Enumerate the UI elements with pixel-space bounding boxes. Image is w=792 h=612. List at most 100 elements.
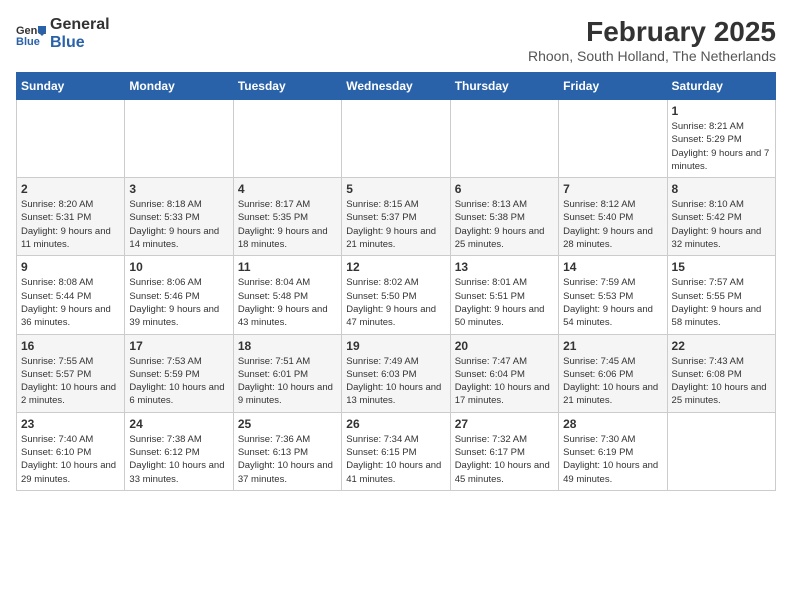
day-cell: 21 Sunrise: 7:45 AM Sunset: 6:06 PM Dayli… [559,334,667,412]
logo-blue: Blue [50,34,110,52]
day-number: 7 [563,182,662,196]
logo-general: General [50,16,110,34]
week-row-4: 23 Sunrise: 7:40 AM Sunset: 6:10 PM Dayli… [17,412,776,490]
day-info: Sunrise: 7:32 AM Sunset: 6:17 PM Dayligh… [455,433,554,486]
day-cell [342,100,450,178]
week-row-0: 1 Sunrise: 8:21 AM Sunset: 5:29 PM Daylig… [17,100,776,178]
day-cell: 8 Sunrise: 8:10 AM Sunset: 5:42 PM Daylig… [667,178,775,256]
day-cell: 2Sunrise: 8:20 AM Sunset: 5:31 PM Daylig… [17,178,125,256]
day-cell [125,100,233,178]
week-row-3: 16 Sunrise: 7:55 AM Sunset: 5:57 PM Dayli… [17,334,776,412]
day-number: 25 [238,417,337,431]
day-number: 8 [672,182,771,196]
day-number: 22 [672,339,771,353]
logo-icon: General Blue [16,22,46,46]
day-cell: 7 Sunrise: 8:12 AM Sunset: 5:40 PM Daylig… [559,178,667,256]
weekday-header-thursday: Thursday [450,73,558,100]
day-cell [667,412,775,490]
day-number: 10 [129,260,228,274]
subtitle: Rhoon, South Holland, The Netherlands [528,48,776,64]
day-number: 17 [129,339,228,353]
title-area: February 2025 Rhoon, South Holland, The … [528,16,776,64]
weekday-header-saturday: Saturday [667,73,775,100]
day-cell: 27 Sunrise: 7:32 AM Sunset: 6:17 PM Dayli… [450,412,558,490]
day-cell: 22 Sunrise: 7:43 AM Sunset: 6:08 PM Dayli… [667,334,775,412]
day-number: 20 [455,339,554,353]
day-cell [559,100,667,178]
day-cell: 23 Sunrise: 7:40 AM Sunset: 6:10 PM Dayli… [17,412,125,490]
day-info: Sunrise: 7:34 AM Sunset: 6:15 PM Dayligh… [346,433,445,486]
day-info: Sunrise: 7:59 AM Sunset: 5:53 PM Dayligh… [563,276,662,329]
day-number: 2 [21,182,120,196]
day-info: Sunrise: 7:51 AM Sunset: 6:01 PM Dayligh… [238,355,337,408]
day-info: Sunrise: 8:04 AM Sunset: 5:48 PM Dayligh… [238,276,337,329]
day-cell: 16 Sunrise: 7:55 AM Sunset: 5:57 PM Dayli… [17,334,125,412]
day-info: Sunrise: 8:10 AM Sunset: 5:42 PM Dayligh… [672,198,771,251]
day-cell: 5 Sunrise: 8:15 AM Sunset: 5:37 PM Daylig… [342,178,450,256]
weekday-header-tuesday: Tuesday [233,73,341,100]
day-cell: 10 Sunrise: 8:06 AM Sunset: 5:46 PM Dayli… [125,256,233,334]
day-cell: 11 Sunrise: 8:04 AM Sunset: 5:48 PM Dayli… [233,256,341,334]
day-info: Sunrise: 8:08 AM Sunset: 5:44 PM Dayligh… [21,276,120,329]
main-title: February 2025 [528,16,776,48]
day-info: Sunrise: 8:06 AM Sunset: 5:46 PM Dayligh… [129,276,228,329]
day-number: 16 [21,339,120,353]
weekday-header-row: SundayMondayTuesdayWednesdayThursdayFrid… [17,73,776,100]
day-cell: 14 Sunrise: 7:59 AM Sunset: 5:53 PM Dayli… [559,256,667,334]
day-info: Sunrise: 8:01 AM Sunset: 5:51 PM Dayligh… [455,276,554,329]
day-cell: 17 Sunrise: 7:53 AM Sunset: 5:59 PM Dayli… [125,334,233,412]
day-cell: 18 Sunrise: 7:51 AM Sunset: 6:01 PM Dayli… [233,334,341,412]
week-row-1: 2Sunrise: 8:20 AM Sunset: 5:31 PM Daylig… [17,178,776,256]
day-info: Sunrise: 7:45 AM Sunset: 6:06 PM Dayligh… [563,355,662,408]
day-number: 19 [346,339,445,353]
day-info: Sunrise: 8:13 AM Sunset: 5:38 PM Dayligh… [455,198,554,251]
day-info: Sunrise: 7:53 AM Sunset: 5:59 PM Dayligh… [129,355,228,408]
day-info: Sunrise: 8:18 AM Sunset: 5:33 PM Dayligh… [129,198,228,251]
day-info: Sunrise: 7:57 AM Sunset: 5:55 PM Dayligh… [672,276,771,329]
day-info: Sunrise: 8:21 AM Sunset: 5:29 PM Dayligh… [672,120,771,173]
day-info: Sunrise: 7:43 AM Sunset: 6:08 PM Dayligh… [672,355,771,408]
day-number: 27 [455,417,554,431]
weekday-header-sunday: Sunday [17,73,125,100]
day-cell: 26 Sunrise: 7:34 AM Sunset: 6:15 PM Dayli… [342,412,450,490]
day-cell: 12 Sunrise: 8:02 AM Sunset: 5:50 PM Dayli… [342,256,450,334]
day-cell: 28Sunrise: 7:30 AM Sunset: 6:19 PM Dayli… [559,412,667,490]
day-cell [450,100,558,178]
day-cell: 9Sunrise: 8:08 AM Sunset: 5:44 PM Daylig… [17,256,125,334]
day-info: Sunrise: 8:12 AM Sunset: 5:40 PM Dayligh… [563,198,662,251]
day-cell: 24Sunrise: 7:38 AM Sunset: 6:12 PM Dayli… [125,412,233,490]
header: General Blue General Blue February 2025 … [16,16,776,64]
day-cell: 4 Sunrise: 8:17 AM Sunset: 5:35 PM Daylig… [233,178,341,256]
day-number: 1 [672,104,771,118]
day-info: Sunrise: 8:15 AM Sunset: 5:37 PM Dayligh… [346,198,445,251]
day-info: Sunrise: 7:47 AM Sunset: 6:04 PM Dayligh… [455,355,554,408]
day-info: Sunrise: 8:02 AM Sunset: 5:50 PM Dayligh… [346,276,445,329]
day-info: Sunrise: 7:55 AM Sunset: 5:57 PM Dayligh… [21,355,120,408]
day-number: 24 [129,417,228,431]
day-cell: 15 Sunrise: 7:57 AM Sunset: 5:55 PM Dayli… [667,256,775,334]
day-number: 28 [563,417,662,431]
day-cell: 3Sunrise: 8:18 AM Sunset: 5:33 PM Daylig… [125,178,233,256]
day-number: 23 [21,417,120,431]
day-number: 13 [455,260,554,274]
day-number: 12 [346,260,445,274]
weekday-header-monday: Monday [125,73,233,100]
day-cell [233,100,341,178]
day-number: 11 [238,260,337,274]
day-number: 26 [346,417,445,431]
logo: General Blue General Blue [16,16,110,51]
day-number: 6 [455,182,554,196]
day-info: Sunrise: 8:17 AM Sunset: 5:35 PM Dayligh… [238,198,337,251]
day-number: 21 [563,339,662,353]
svg-text:Blue: Blue [16,36,40,46]
day-number: 15 [672,260,771,274]
day-info: Sunrise: 7:36 AM Sunset: 6:13 PM Dayligh… [238,433,337,486]
week-row-2: 9Sunrise: 8:08 AM Sunset: 5:44 PM Daylig… [17,256,776,334]
day-number: 5 [346,182,445,196]
day-number: 14 [563,260,662,274]
day-info: Sunrise: 7:49 AM Sunset: 6:03 PM Dayligh… [346,355,445,408]
day-info: Sunrise: 7:40 AM Sunset: 6:10 PM Dayligh… [21,433,120,486]
day-number: 4 [238,182,337,196]
weekday-header-wednesday: Wednesday [342,73,450,100]
day-number: 18 [238,339,337,353]
